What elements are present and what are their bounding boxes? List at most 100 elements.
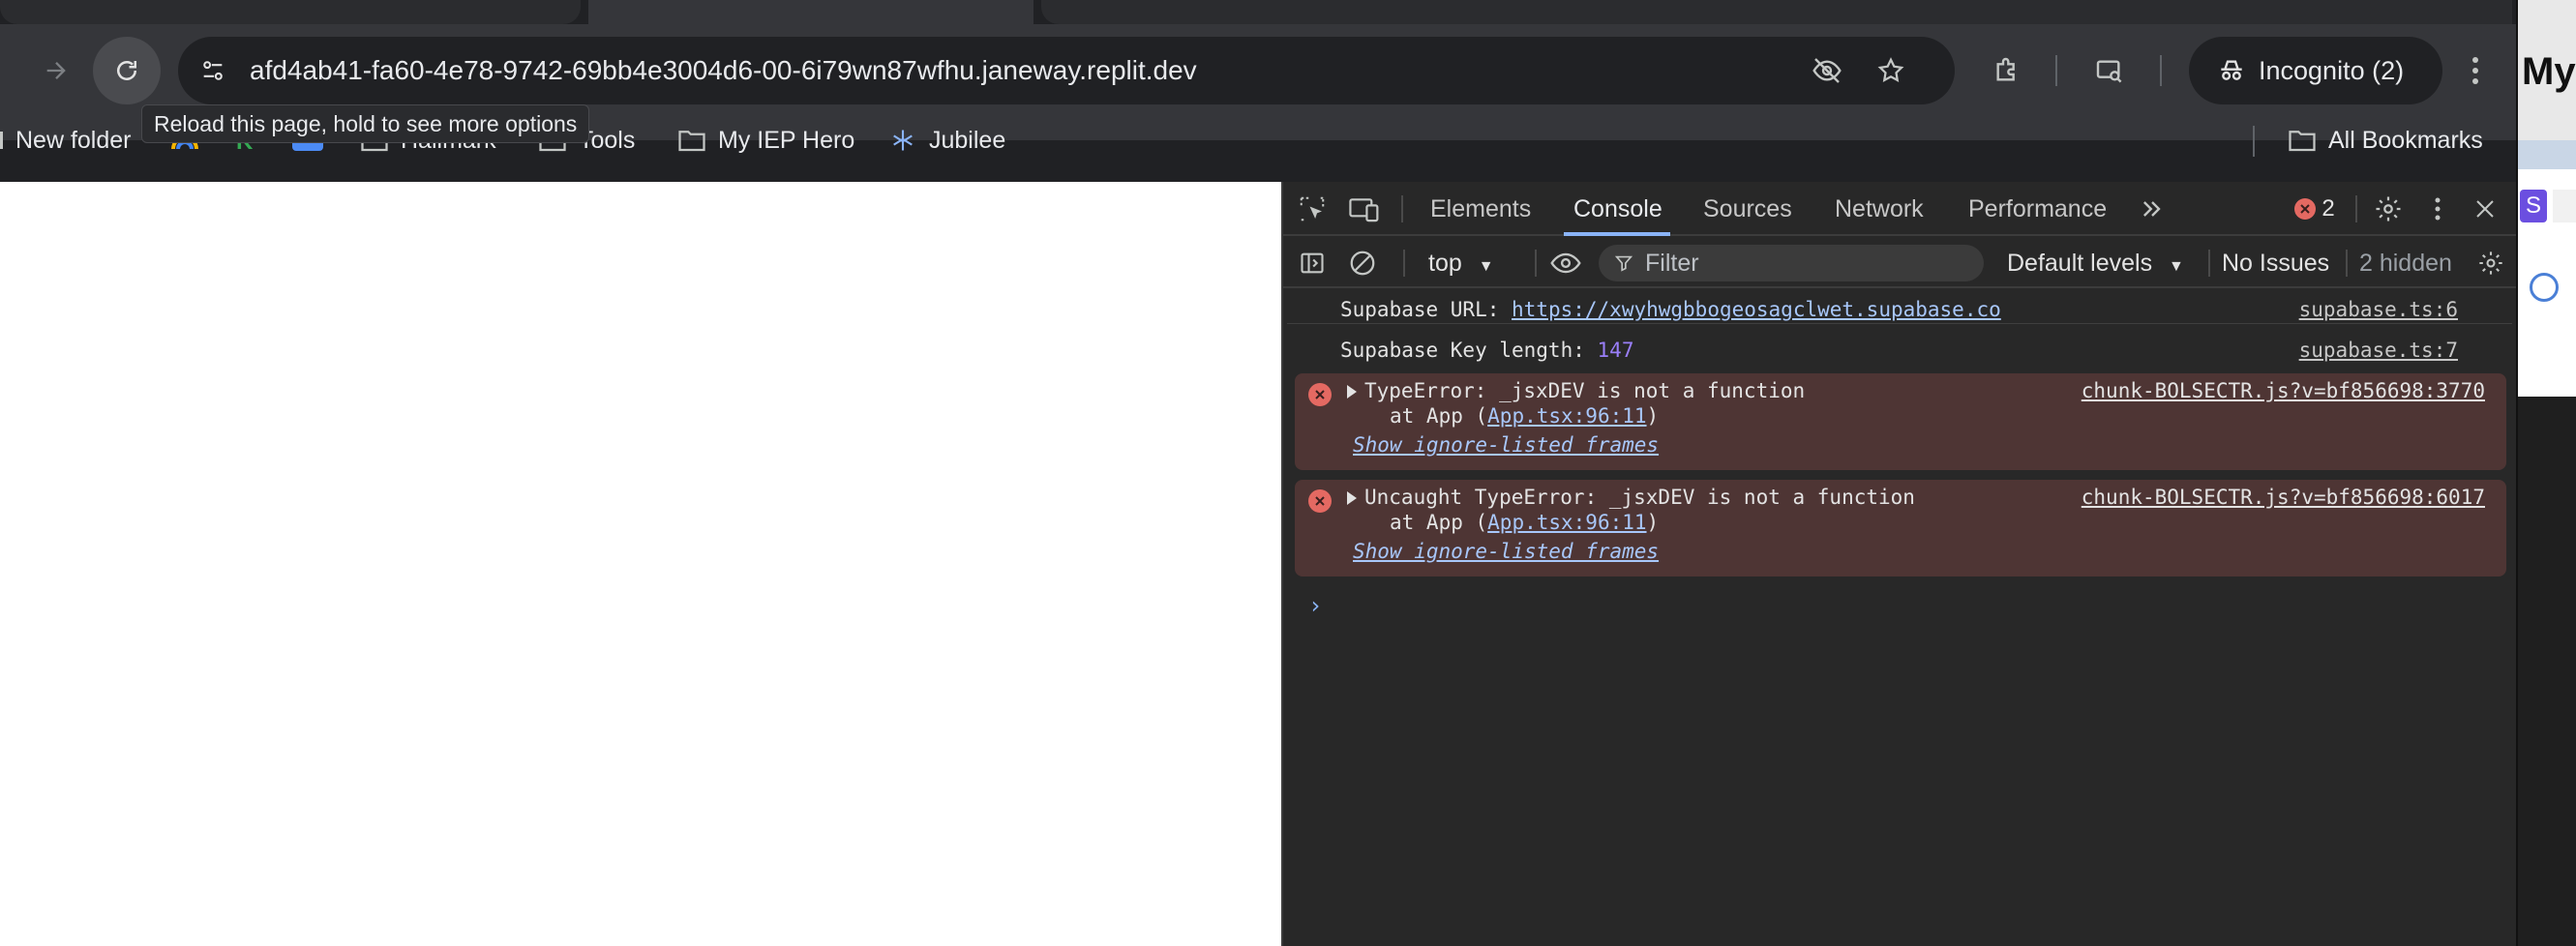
address-bar[interactable]: afd4ab41-fa60-4e78-9742-69bb4e3004d6-00-… <box>178 37 1955 104</box>
jubilee-icon <box>888 127 917 154</box>
separator <box>1403 250 1405 277</box>
filter-input[interactable]: Filter <box>1599 245 1984 281</box>
page-viewport[interactable] <box>0 182 1281 946</box>
divider <box>1287 323 2512 324</box>
star-icon[interactable] <box>1873 53 1908 88</box>
all-bookmarks-label: All Bookmarks <box>2328 126 2483 154</box>
s-app-icon: S <box>2520 190 2547 222</box>
dropdown-arrow-icon: ▼ <box>1478 258 1494 275</box>
reload-icon <box>117 61 136 80</box>
issues-button[interactable]: No Issues <box>2222 238 2329 288</box>
error-text: TypeError: _jsxDEV is not a function <box>1364 379 1806 402</box>
error-text: Uncaught TypeError: _jsxDEV is not a fun… <box>1364 486 1915 509</box>
active-tab[interactable] <box>588 0 1033 24</box>
console-prompt[interactable]: › <box>1303 586 2502 625</box>
folder-icon <box>2288 128 2317 153</box>
tab-network[interactable]: Network <box>1835 182 1924 236</box>
console-toolbar: top ▼ Filter Default levels ▼ No Issues … <box>1283 238 2518 288</box>
show-ignore-listed-frames[interactable]: Show ignore-listed frames <box>1353 433 1659 457</box>
window-title-fragment: My <box>2522 50 2576 93</box>
log-label: Supabase URL: <box>1340 298 1500 321</box>
log-number: 147 <box>1597 339 1634 362</box>
settings-gear-icon[interactable] <box>2371 192 2406 226</box>
close-icon[interactable] <box>2468 192 2502 226</box>
prompt-chevron-icon: › <box>1308 592 1323 619</box>
reload-tooltip: Reload this page, hold to see more optio… <box>141 104 590 143</box>
stack-link[interactable]: App.tsx:96:11 <box>1487 404 1646 428</box>
context-selector[interactable]: top ▼ <box>1428 238 1494 288</box>
tab-elements[interactable]: Elements <box>1430 182 1531 236</box>
bookmark-jubilee[interactable]: Jubilee <box>888 121 1005 160</box>
error-counter[interactable]: 2 <box>2284 192 2346 226</box>
error-source-link[interactable]: chunk-BOLSECTR.js?v=bf856698:6017 <box>2082 486 2485 509</box>
loading-icon <box>2530 273 2559 302</box>
supabase-url-link[interactable]: https://xwyhwgbbogeosagclwet.supabase.co <box>1512 298 2001 321</box>
log-levels-dropdown[interactable]: Default levels ▼ <box>2007 238 2184 288</box>
bookmark-my-iep-hero[interactable]: My IEP Hero <box>677 121 854 160</box>
stack-frame: at App (App.tsx:96:11) <box>1390 404 1659 428</box>
tab-performance[interactable]: Performance <box>1968 182 2107 236</box>
inspect-element-icon[interactable] <box>1295 192 1330 226</box>
error-entry: TypeError: _jsxDEV is not a function at … <box>1295 373 2506 470</box>
background-window[interactable]: My S <box>2516 0 2576 946</box>
bookmark-label: New folder <box>15 126 132 154</box>
filter-placeholder: Filter <box>1645 250 1699 277</box>
bookmark-new-folder[interactable]: New folder <box>0 121 132 160</box>
tab-background[interactable] <box>0 0 581 24</box>
separator <box>2208 250 2210 277</box>
more-vert-icon[interactable] <box>2458 51 2493 90</box>
incognito-label: Incognito (2) <box>2259 55 2405 85</box>
site-info-icon[interactable] <box>195 53 230 88</box>
sidebar-toggle-icon[interactable] <box>1295 246 1330 281</box>
window-dark-area <box>2518 397 2576 946</box>
incognito-button[interactable]: Incognito (2) <box>2189 37 2442 104</box>
eye-off-icon[interactable] <box>1810 53 1844 88</box>
separator <box>1401 195 1403 222</box>
log-label: Supabase Key length: <box>1340 339 1585 362</box>
error-badge-icon <box>2294 198 2317 220</box>
tab-console[interactable]: Console <box>1573 182 1662 236</box>
filter-icon <box>1612 251 1635 275</box>
url-text[interactable]: afd4ab41-fa60-4e78-9742-69bb4e3004d6-00-… <box>250 37 1197 104</box>
tab-background[interactable] <box>1041 0 2512 24</box>
stack-suffix: ) <box>1646 511 1660 534</box>
forward-icon[interactable] <box>37 51 75 90</box>
log-message: Supabase URL: https://xwyhwgbbogeosagclw… <box>1340 298 2001 321</box>
stack-link[interactable]: App.tsx:96:11 <box>1487 511 1646 534</box>
stack-prefix: at App ( <box>1390 404 1488 428</box>
expand-triangle-icon[interactable] <box>1347 385 1357 399</box>
log-row: Supabase Key length: 147 supabase.ts:7 <box>1283 339 2518 368</box>
extensions-icon[interactable] <box>1988 51 2026 90</box>
error-count: 2 <box>2321 195 2335 222</box>
log-source-link[interactable]: supabase.ts:6 <box>2299 298 2458 321</box>
error-icon <box>1308 489 1332 513</box>
device-toolbar-icon[interactable] <box>1345 192 1384 226</box>
clear-console-icon[interactable] <box>1345 246 1380 281</box>
error-source-link[interactable]: chunk-BOLSECTR.js?v=bf856698:3770 <box>2082 379 2485 402</box>
tab-search-icon[interactable] <box>2090 51 2129 90</box>
live-expression-eye-icon[interactable] <box>1546 246 1585 281</box>
error-message: TypeError: _jsxDEV is not a function <box>1364 379 1805 402</box>
console-settings-icon[interactable] <box>2473 246 2508 281</box>
more-options-icon[interactable] <box>2423 192 2452 226</box>
window-header: My <box>2518 0 2576 140</box>
error-entry: Uncaught TypeError: _jsxDEV is not a fun… <box>1295 480 2506 576</box>
stack-suffix: ) <box>1646 404 1660 428</box>
dropdown-arrow-icon: ▼ <box>2169 258 2184 275</box>
more-tabs-icon[interactable] <box>2135 192 2170 226</box>
reload-button[interactable] <box>93 37 161 104</box>
active-tab-underline <box>1564 232 1670 236</box>
context-label: top <box>1428 250 1462 277</box>
tab-sources[interactable]: Sources <box>1703 182 1792 236</box>
show-ignore-listed-frames[interactable]: Show ignore-listed frames <box>1353 540 1659 563</box>
separator <box>1535 250 1537 277</box>
separator <box>2355 195 2357 222</box>
log-source-link[interactable]: supabase.ts:7 <box>2299 339 2458 362</box>
stack-frame: at App (App.tsx:96:11) <box>1390 511 1659 534</box>
incognito-icon <box>2214 53 2249 88</box>
separator <box>2055 55 2057 86</box>
folder-icon <box>677 128 706 153</box>
expand-triangle-icon[interactable] <box>1347 491 1357 505</box>
all-bookmarks[interactable]: All Bookmarks <box>2288 121 2483 160</box>
separator <box>2253 126 2255 157</box>
